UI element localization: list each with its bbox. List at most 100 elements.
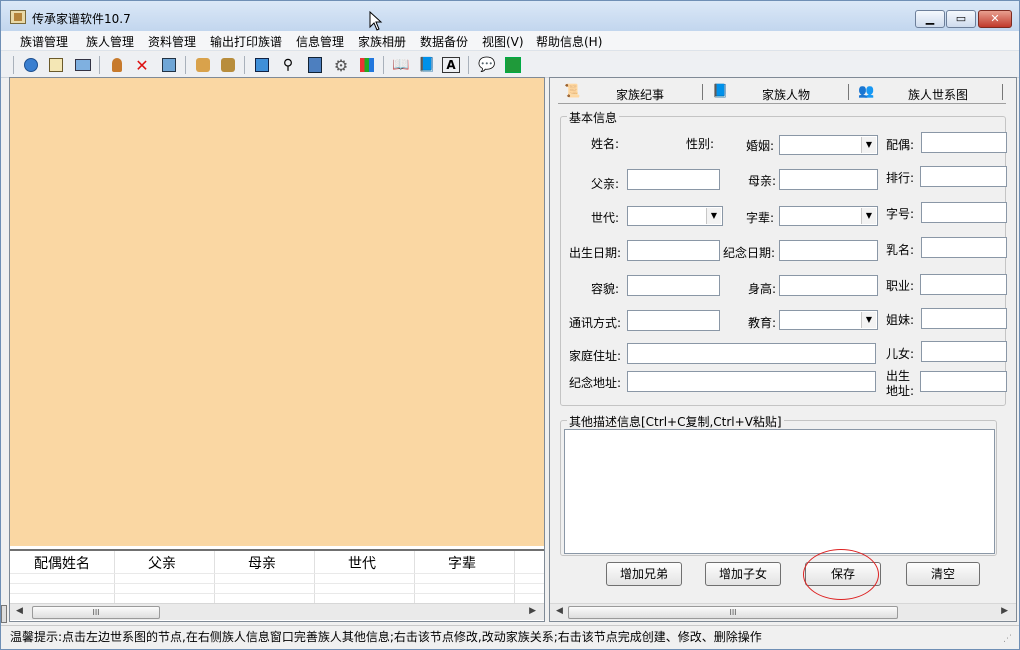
spouse-grid[interactable]: 配偶姓名 父亲 母亲 世代 字辈 <box>10 549 544 603</box>
memorial-date-field[interactable] <box>779 240 878 261</box>
scroll-left-icon[interactable]: ◀ <box>16 606 23 616</box>
left-horizontal-scrollbar[interactable]: ◀ III ▶ <box>10 603 544 620</box>
tab-separator <box>848 84 849 100</box>
chevron-down-icon[interactable]: ▼ <box>861 137 876 153</box>
grid-divider <box>514 551 515 603</box>
help-icon[interactable]: 💬 <box>477 55 497 75</box>
tab-family-chronicle[interactable]: 📜 家族纪事 <box>564 82 704 104</box>
grid-col-generation: 世代 <box>348 556 376 572</box>
menu-info[interactable]: 信息管理 <box>296 33 344 50</box>
menu-album[interactable]: 家族相册 <box>358 33 406 50</box>
gear-icon[interactable]: ⚙ <box>331 55 351 75</box>
basic-info-group: 基本信息 姓名: 性别: 婚姻: ▼ 配偶: 父亲: 母亲: 排行: 世代: ▼… <box>560 109 1007 406</box>
tab-family-persons[interactable]: 📘 家族人物 <box>712 82 852 104</box>
scroll-left-icon[interactable]: ◀ <box>556 606 563 616</box>
right-horizontal-scrollbar[interactable]: ◀ III ▶ <box>550 603 1016 620</box>
book-person-icon: 📘 <box>712 84 729 99</box>
height-field[interactable] <box>779 275 878 296</box>
toolbar-separator <box>383 56 384 74</box>
chevron-down-icon[interactable]: ▼ <box>706 208 721 224</box>
book-icon[interactable] <box>46 55 66 75</box>
chevron-down-icon[interactable]: ▼ <box>861 312 876 328</box>
add-sibling-button[interactable]: 增加兄弟 <box>606 562 682 586</box>
children-field[interactable] <box>921 341 1007 362</box>
nickname-label: 乳名: <box>886 243 915 257</box>
database-icon[interactable] <box>305 55 325 75</box>
closed-book-icon[interactable]: 📘 <box>417 55 437 75</box>
search-binoculars-icon[interactable]: ⚲ <box>278 55 298 75</box>
add-person-icon[interactable] <box>107 55 127 75</box>
exit-icon[interactable] <box>503 55 523 75</box>
text-icon[interactable]: A <box>442 57 460 73</box>
sisters-label: 姐妹: <box>886 313 915 327</box>
minimize-button[interactable]: ▁ <box>915 10 945 28</box>
generation-select[interactable]: ▼ <box>627 206 723 226</box>
menu-materials[interactable]: 资料管理 <box>148 33 196 50</box>
courtesy-name-field[interactable] <box>921 202 1007 223</box>
menu-help[interactable]: 帮助信息(H) <box>536 33 602 50</box>
chart-icon[interactable] <box>357 55 377 75</box>
toolbar: ✕ ⚲ ⚙ 📖 📘 A 💬 <box>1 52 1019 78</box>
globe-icon[interactable] <box>21 55 41 75</box>
photo-icon[interactable] <box>159 55 179 75</box>
close-button[interactable]: ✕ <box>978 10 1012 28</box>
memorial-address-field[interactable] <box>627 371 876 392</box>
scrollbar-thumb[interactable]: III <box>32 606 160 619</box>
scroll-right-icon[interactable]: ▶ <box>1001 606 1008 616</box>
memorial-address-label: 纪念地址: <box>569 376 622 390</box>
rank-field[interactable] <box>920 166 1007 187</box>
grid-col-spouse: 配偶姓名 <box>34 556 90 572</box>
gender-label: 性别: <box>686 137 715 151</box>
maximize-button[interactable]: ▭ <box>946 10 976 28</box>
menu-print[interactable]: 输出打印族谱 <box>210 33 282 50</box>
menu-view[interactable]: 视图(V) <box>482 33 524 50</box>
sisters-field[interactable] <box>921 308 1007 329</box>
add-child-button[interactable]: 增加子女 <box>705 562 781 586</box>
children-label: 儿女: <box>886 347 915 361</box>
tab-lineage-chart[interactable]: 👥 族人世系图 <box>858 82 1008 104</box>
menu-members[interactable]: 族人管理 <box>86 33 134 50</box>
marriage-select[interactable]: ▼ <box>779 135 878 155</box>
menu-genealogy[interactable]: 族谱管理 <box>20 33 68 50</box>
menu-backup[interactable]: 数据备份 <box>420 33 468 50</box>
birth-date-field[interactable] <box>627 240 720 261</box>
zibei-select[interactable]: ▼ <box>779 206 878 226</box>
birthplace-field[interactable] <box>920 371 1007 392</box>
family-tree-canvas[interactable] <box>10 78 544 546</box>
birth-date-label: 出生日期: <box>569 246 622 260</box>
clear-button[interactable]: 清空 <box>906 562 980 586</box>
title-bar[interactable]: 传承家谱软件10.7 ▁ ▭ ✕ <box>1 1 1019 31</box>
father-field[interactable] <box>627 169 720 190</box>
appearance-field[interactable] <box>627 275 720 296</box>
education-select[interactable]: ▼ <box>779 310 878 330</box>
grid-header: 配偶姓名 父亲 母亲 世代 字辈 <box>10 551 544 573</box>
family-tree-pane: 配偶姓名 父亲 母亲 世代 字辈 ◀ III ▶ <box>9 77 545 622</box>
grid-row-line <box>10 593 544 594</box>
windows-icon[interactable] <box>252 55 272 75</box>
group-icon[interactable] <box>193 55 213 75</box>
resize-grip-icon[interactable]: ⋰ <box>1003 634 1015 646</box>
occupation-field[interactable] <box>920 274 1007 295</box>
window-title: 传承家谱软件10.7 <box>32 12 131 26</box>
family-icon[interactable] <box>218 55 238 75</box>
status-bar: 温馨提示:点击左边世系图的节点,在右侧族人信息窗口完善族人其他信息;右击该节点修… <box>1 625 1019 649</box>
marriage-label: 婚姻: <box>746 139 775 153</box>
basic-info-title: 基本信息 <box>567 109 620 126</box>
splitter-grip[interactable] <box>1 605 7 623</box>
grid-row-line <box>10 583 544 584</box>
chevron-down-icon[interactable]: ▼ <box>861 208 876 224</box>
other-info-textarea[interactable] <box>564 429 995 554</box>
contact-label: 通讯方式: <box>569 316 622 330</box>
scroll-right-icon[interactable]: ▶ <box>529 606 536 616</box>
mother-field[interactable] <box>779 169 878 190</box>
open-book-icon[interactable]: 📖 <box>391 55 411 75</box>
screen-icon[interactable] <box>73 55 93 75</box>
nickname-field[interactable] <box>921 237 1007 258</box>
scrollbar-thumb[interactable]: III <box>568 606 898 619</box>
spouse-field[interactable] <box>921 132 1007 153</box>
contact-field[interactable] <box>627 310 720 331</box>
other-info-group: 其他描述信息[Ctrl+C复制,Ctrl+V粘贴] <box>560 413 997 556</box>
home-address-field[interactable] <box>627 343 876 364</box>
mouse-cursor-icon <box>369 11 383 31</box>
delete-icon[interactable]: ✕ <box>132 55 152 75</box>
